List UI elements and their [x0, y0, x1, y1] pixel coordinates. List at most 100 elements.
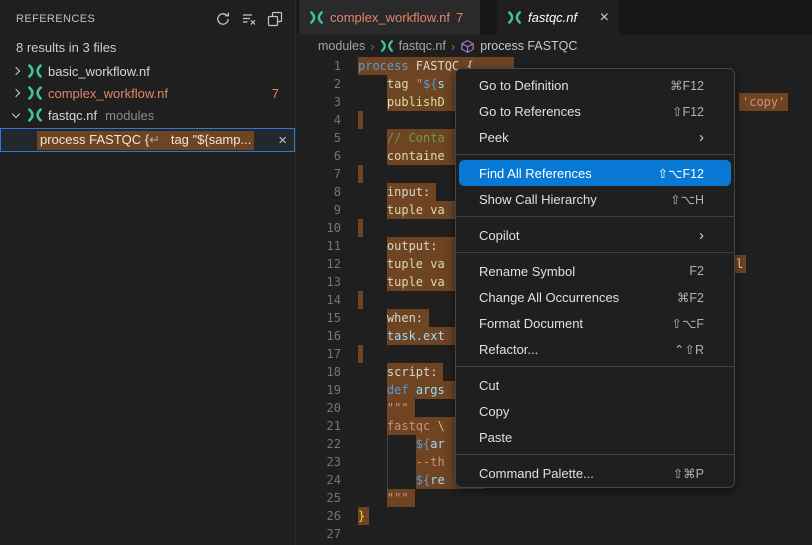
menu-item-copy[interactable]: Copy — [456, 398, 734, 424]
tab-fastqc[interactable]: fastqc.nf × — [497, 0, 619, 35]
line-number: 13 — [297, 273, 358, 291]
menu-item-find-all-references[interactable]: Find All References⇧⌥F12 — [459, 160, 731, 186]
breadcrumb-item-file[interactable]: fastqc.nf — [399, 39, 446, 53]
menu-item-shortcut: ⇧⌥H — [670, 192, 704, 207]
menu-item-label: Cut — [479, 378, 499, 393]
collapse-all-icon[interactable] — [267, 11, 283, 27]
line-number: 10 — [297, 219, 358, 237]
line-number: 1 — [297, 57, 358, 75]
menu-separator — [456, 248, 734, 258]
line-number: 27 — [297, 525, 358, 543]
menu-item-shortcut: F2 — [689, 264, 704, 278]
panel-title: REFERENCES — [16, 13, 95, 25]
sidebar-header: REFERENCES — [0, 0, 295, 28]
sidebar-file-basic-workflow-nf[interactable]: basic_workflow.nf — [0, 60, 295, 82]
nextflow-icon — [27, 107, 43, 123]
menu-item-label: Refactor... — [479, 342, 538, 357]
chevron-right-icon[interactable] — [12, 89, 20, 97]
tab-label: fastqc.nf — [528, 10, 577, 25]
menu-item-go-to-references[interactable]: Go to References ⇧F12 — [456, 98, 734, 124]
return-symbol: ↵ — [149, 132, 160, 147]
menu-item-refactor[interactable]: Refactor... ⌃⇧R — [456, 336, 734, 362]
code-line[interactable]: 25 """ — [297, 489, 812, 507]
menu-item-label: Rename Symbol — [479, 264, 575, 279]
menu-item-paste[interactable]: Paste — [456, 424, 734, 450]
menu-item-label: Go to Definition — [479, 78, 569, 93]
line-number: 18 — [297, 363, 358, 381]
line-number: 12 — [297, 255, 358, 273]
references-file-list: basic_workflow.nf complex_workflow.nf 7 f… — [0, 60, 295, 126]
nextflow-icon — [507, 10, 522, 25]
line-number: 5 — [297, 129, 358, 147]
menu-item-label: Go to References — [479, 104, 581, 119]
nextflow-icon — [380, 39, 394, 53]
breadcrumb-separator: › — [451, 39, 455, 54]
line-number: 24 — [297, 471, 358, 489]
chevron-down-icon[interactable] — [12, 109, 20, 117]
sidebar-toolbar — [215, 11, 283, 27]
menu-item-shortcut: ⇧F12 — [672, 104, 704, 119]
breadcrumb-item-modules[interactable]: modules — [318, 39, 365, 53]
menu-item-command-palette[interactable]: Command Palette... ⇧⌘P — [456, 460, 734, 486]
indent-guide — [387, 471, 388, 489]
line-number: 20 — [297, 399, 358, 417]
menu-item-shortcut: ⌃⇧R — [674, 342, 704, 357]
breadcrumb: modules › fastqc.nf › process FASTQC — [297, 35, 812, 57]
file-name: fastqc.nf — [48, 108, 97, 123]
code-line[interactable]: 27 — [297, 525, 812, 543]
line-number: 11 — [297, 237, 358, 255]
menu-separator — [456, 450, 734, 460]
reference-match-text: process FASTQC {↵ tag "${samp... — [37, 131, 254, 150]
menu-separator — [456, 362, 734, 372]
line-number: 2 — [297, 75, 358, 93]
close-tab-icon[interactable]: × — [600, 10, 609, 26]
menu-item-format-document[interactable]: Format Document⇧⌥F — [456, 310, 734, 336]
line-number: 16 — [297, 327, 358, 345]
line-number: 4 — [297, 111, 358, 129]
line-number: 19 — [297, 381, 358, 399]
menu-item-label: Show Call Hierarchy — [479, 192, 597, 207]
refresh-icon[interactable] — [215, 11, 231, 27]
line-number: 3 — [297, 93, 358, 111]
menu-item-change-all-occurrences[interactable]: Change All Occurrences ⌘F2 — [456, 284, 734, 310]
menu-item-rename-symbol[interactable]: Rename Symbol F2 — [456, 258, 734, 284]
menu-item-shortcut: ⌘F12 — [670, 78, 704, 93]
menu-separator — [456, 212, 734, 222]
menu-item-label: Copilot — [479, 228, 519, 243]
menu-item-shortcut: ⇧⌘P — [673, 466, 704, 481]
dismiss-result-icon[interactable]: × — [278, 133, 287, 148]
menu-item-shortcut: ⌘F2 — [677, 290, 704, 305]
results-count-badge: 7 — [272, 86, 279, 101]
menu-item-label: Command Palette... — [479, 466, 594, 481]
menu-item-cut[interactable]: Cut — [456, 372, 734, 398]
tab-complex-workflow[interactable]: complex_workflow.nf 7 — [299, 0, 480, 35]
menu-item-go-to-definition[interactable]: Go to Definition ⌘F12 — [456, 72, 734, 98]
code-line[interactable]: 26} — [297, 507, 812, 525]
clear-all-icon[interactable] — [241, 11, 257, 27]
tab-label: complex_workflow.nf — [330, 10, 450, 25]
menu-item-show-call-hierarchy[interactable]: Show Call Hierarchy ⇧⌥H — [456, 186, 734, 212]
indent-guide — [387, 453, 388, 471]
indent-guide — [387, 435, 388, 453]
chevron-right-icon[interactable] — [12, 67, 20, 75]
line-number: 22 — [297, 435, 358, 453]
sidebar-file-complex-workflow-nf[interactable]: complex_workflow.nf 7 — [0, 82, 295, 104]
nextflow-icon — [27, 63, 43, 79]
line-number: 9 — [297, 201, 358, 219]
breadcrumb-item-symbol[interactable]: process FASTQC — [480, 39, 577, 53]
menu-item-shortcut: ⇧⌥F — [671, 316, 704, 331]
menu-item-label: Peek — [479, 130, 509, 145]
editor-context-menu: Go to Definition ⌘F12 Go to References ⇧F12… — [455, 68, 735, 488]
menu-item-label: Copy — [479, 404, 509, 419]
line-number: 21 — [297, 417, 358, 435]
file-name: complex_workflow.nf — [48, 86, 168, 101]
menu-item-label: Paste — [479, 430, 512, 445]
tab-bar: complex_workflow.nf 7 fastqc.nf × — [297, 0, 812, 35]
submenu-chevron-icon: › — [699, 129, 704, 146]
menu-item-copilot[interactable]: Copilot› — [456, 222, 734, 248]
line-number: 25 — [297, 489, 358, 507]
reference-result-item[interactable]: process FASTQC {↵ tag "${samp... × — [0, 128, 295, 152]
menu-item-peek[interactable]: Peek › — [456, 124, 734, 150]
sidebar-file-fastqc-nf[interactable]: fastqc.nfmodules — [0, 104, 295, 126]
menu-item-label: Change All Occurrences — [479, 290, 619, 305]
